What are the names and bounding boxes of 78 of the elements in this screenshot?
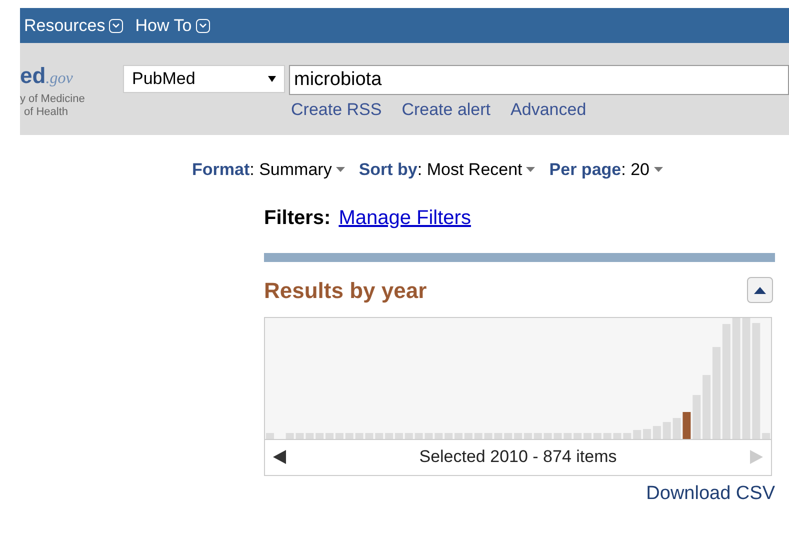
search-link[interactable]: Create RSS	[291, 97, 382, 122]
histogram-bar[interactable]	[682, 412, 691, 438]
histogram-bar[interactable]	[474, 432, 482, 438]
histogram-bar[interactable]	[394, 432, 403, 438]
histogram-bar[interactable]	[316, 432, 324, 438]
collapse-button[interactable]	[747, 277, 773, 303]
histogram-bar[interactable]	[603, 432, 612, 438]
histogram-bar[interactable]	[434, 432, 443, 438]
histogram-bar[interactable]	[464, 432, 472, 438]
histogram-bar[interactable]	[633, 430, 642, 438]
histogram-bar[interactable]	[652, 426, 661, 438]
histogram-bar[interactable]	[544, 432, 552, 438]
histogram-bar[interactable]	[306, 432, 314, 438]
histogram-bar[interactable]	[444, 432, 453, 438]
search-link[interactable]: Create alert	[402, 97, 491, 122]
histogram-bar[interactable]	[326, 432, 334, 438]
histogram-bar[interactable]	[722, 324, 730, 438]
nav-menu[interactable]: Resources	[24, 12, 124, 38]
download-csv-link[interactable]: Download CSV	[646, 480, 775, 508]
search-field[interactable]: microbiota	[289, 65, 789, 95]
display-option[interactable]: Per page: 20	[549, 157, 662, 182]
histogram-bar[interactable]	[454, 432, 462, 438]
display-option[interactable]: Sort by: Most Recent	[358, 157, 536, 182]
histogram-bar[interactable]	[524, 432, 532, 438]
logo-subtitle: y of Medicine	[20, 93, 86, 106]
search-link[interactable]: Advanced	[510, 97, 586, 122]
histogram-bar[interactable]	[584, 432, 592, 438]
histogram-bar[interactable]	[762, 432, 770, 438]
dropdown-icon	[196, 18, 210, 32]
histogram-bar[interactable]	[672, 418, 681, 438]
database-select[interactable]: PubMed	[123, 65, 285, 93]
manage-filters-link[interactable]: Manage Filters	[338, 202, 471, 232]
histogram-bar[interactable]	[296, 432, 304, 438]
caret-icon	[526, 167, 536, 172]
histogram-bar[interactable]	[564, 432, 572, 438]
histogram-bar[interactable]	[504, 432, 512, 438]
histogram-bar[interactable]	[266, 432, 274, 438]
histogram-bar[interactable]	[385, 432, 394, 438]
caret-icon	[336, 167, 345, 172]
selection-summary: Selected 2010 - 874 items	[419, 446, 617, 468]
histogram-bar[interactable]	[514, 432, 522, 438]
histogram-bar[interactable]	[692, 394, 701, 438]
histogram-bar[interactable]	[643, 428, 652, 438]
caret-icon	[268, 76, 276, 82]
histogram-bar[interactable]	[345, 432, 354, 438]
histogram-bar[interactable]	[484, 432, 492, 438]
next-arrow-icon[interactable]	[748, 450, 763, 464]
caret-icon	[654, 167, 662, 172]
logo-mark: ed	[20, 65, 46, 87]
logo-domain: .gov	[46, 71, 73, 87]
histogram-bar[interactable]	[554, 432, 562, 438]
histogram-bar[interactable]	[662, 422, 671, 438]
histogram-bar[interactable]	[702, 374, 711, 438]
histogram-bar[interactable]	[613, 432, 622, 438]
histogram-bar[interactable]	[414, 432, 423, 438]
histogram-bar[interactable]	[286, 432, 294, 438]
section-title: Results by year	[264, 276, 427, 305]
histogram-bar[interactable]	[752, 322, 760, 438]
histogram-bar[interactable]	[574, 432, 582, 438]
histogram-bar[interactable]	[424, 432, 433, 438]
histogram-bar[interactable]	[335, 432, 344, 438]
histogram-bar[interactable]	[404, 432, 413, 438]
histogram-bar[interactable]	[494, 432, 502, 438]
filters-label: Filters:	[264, 206, 331, 230]
histogram-bar[interactable]	[365, 432, 374, 438]
histogram-bar[interactable]	[732, 318, 740, 438]
histogram-bar[interactable]	[355, 432, 364, 438]
display-option[interactable]: Format: Summary	[192, 157, 345, 182]
nav-menu[interactable]: How To	[135, 12, 210, 38]
dropdown-icon	[109, 18, 124, 32]
histogram-bar[interactable]	[593, 432, 602, 438]
histogram-bar[interactable]	[623, 432, 632, 438]
histogram-bar[interactable]	[534, 432, 542, 438]
caret-up-icon	[754, 286, 766, 294]
logo-subtitle: of Health	[23, 106, 70, 119]
previous-arrow-icon[interactable]	[273, 450, 287, 464]
histogram-bar[interactable]	[712, 346, 720, 438]
histogram-bar[interactable]	[375, 432, 384, 438]
